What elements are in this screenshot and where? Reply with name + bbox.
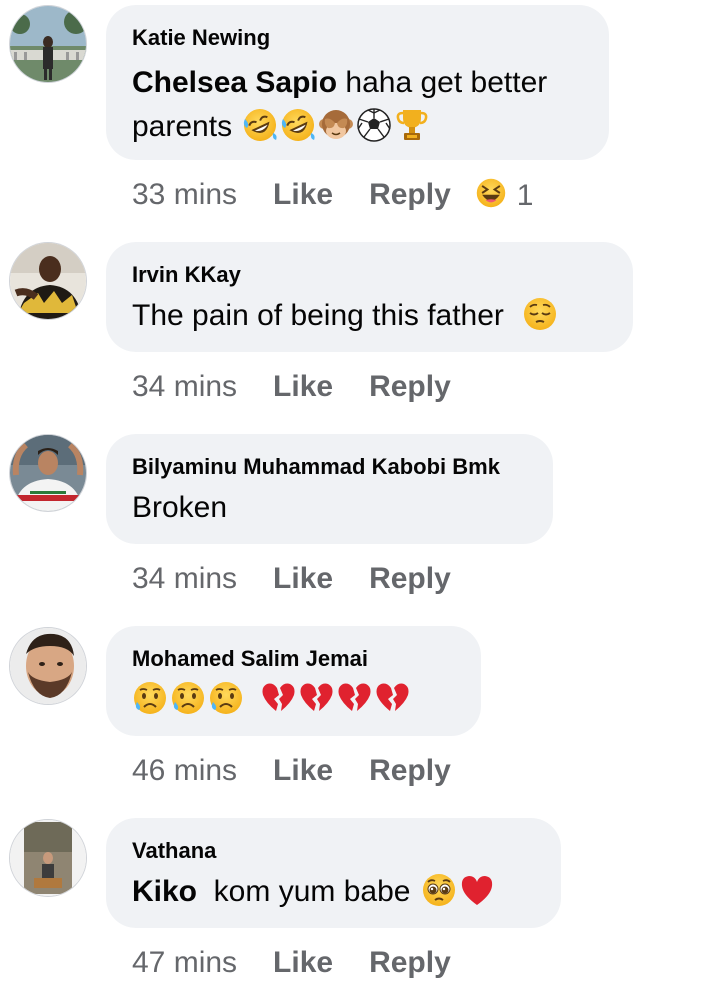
comment-author[interactable]: Irvin KKay <box>132 262 607 288</box>
like-button[interactable]: Like <box>273 754 333 787</box>
comment-author[interactable]: Vathana <box>132 838 535 864</box>
soccer-ball-emoji <box>356 107 392 143</box>
reaction-count: 1 <box>516 179 534 213</box>
comment-timestamp[interactable]: 33 mins <box>132 178 237 211</box>
comment-text-line1: haha get better <box>337 66 548 99</box>
sad-relieved-face-emoji <box>208 680 244 716</box>
comment-author[interactable]: Bilyaminu Muhammad Kabobi Bmk <box>132 454 527 480</box>
reply-button[interactable]: Reply <box>369 754 451 787</box>
mention-link[interactable]: Kiko <box>132 875 197 908</box>
trophy-emoji <box>394 107 430 143</box>
like-button[interactable]: Like <box>273 562 333 595</box>
comment-timestamp[interactable]: 34 mins <box>132 370 237 403</box>
broken-heart-emoji <box>336 680 372 716</box>
pleading-face-emoji <box>421 872 457 908</box>
reply-button[interactable]: Reply <box>369 946 451 979</box>
like-button[interactable]: Like <box>273 370 333 403</box>
comment-bubble: Irvin KKay The pain of being this father <box>106 242 633 352</box>
comment-text: Broken <box>132 486 527 530</box>
see-no-evil-monkey-emoji <box>318 107 354 143</box>
avatar[interactable] <box>10 435 86 511</box>
comment-bubble: Katie Newing Chelsea Sapio haha get bett… <box>106 5 609 160</box>
comment-actions: 46 mins Like Reply <box>132 753 451 789</box>
comment-actions: 33 mins Like Reply 1 <box>132 177 533 214</box>
reply-button[interactable]: Reply <box>369 178 451 211</box>
red-heart-emoji <box>459 872 495 908</box>
pensive-face-emoji <box>522 296 558 332</box>
rofl-emoji <box>280 107 316 143</box>
comment-text: Chelsea Sapio haha get better parents <box>132 61 583 149</box>
comment-text-body: Broken <box>132 491 228 524</box>
sad-relieved-face-emoji <box>170 680 206 716</box>
reply-button[interactable]: Reply <box>369 370 451 403</box>
comment-bubble: Bilyaminu Muhammad Kabobi Bmk Broken <box>106 434 553 544</box>
sad-relieved-face-emoji <box>132 680 168 716</box>
comment-author[interactable]: Katie Newing <box>132 25 583 51</box>
comment-text: Kiko kom yum babe <box>132 870 535 914</box>
avatar[interactable] <box>10 243 86 319</box>
like-button[interactable]: Like <box>273 178 333 211</box>
comment-timestamp[interactable]: 47 mins <box>132 946 237 979</box>
comment-bubble: Mohamed Salim Jemai <box>106 626 481 736</box>
reply-button[interactable]: Reply <box>369 562 451 595</box>
avatar[interactable] <box>10 628 86 704</box>
comment-text-body: The pain of being this father <box>132 299 504 332</box>
comment-actions: 34 mins Like Reply <box>132 561 451 597</box>
rofl-emoji <box>242 107 278 143</box>
comment-text <box>132 678 455 722</box>
comment-bubble: Vathana Kiko kom yum babe <box>106 818 561 928</box>
comment-text-line2: parents <box>132 110 233 143</box>
comment-timestamp[interactable]: 46 mins <box>132 754 237 787</box>
broken-heart-emoji <box>374 680 410 716</box>
avatar[interactable] <box>10 820 86 896</box>
broken-heart-emoji <box>298 680 334 716</box>
like-button[interactable]: Like <box>273 946 333 979</box>
broken-heart-emoji <box>260 680 296 716</box>
comment-actions: 34 mins Like Reply <box>132 369 451 405</box>
comment-timestamp[interactable]: 34 mins <box>132 562 237 595</box>
reaction-summary[interactable]: 1 <box>473 177 534 214</box>
comment-text: The pain of being this father <box>132 294 607 338</box>
comment-actions: 47 mins Like Reply <box>132 945 451 981</box>
mention-link[interactable]: Chelsea Sapio <box>132 66 337 99</box>
comment-author[interactable]: Mohamed Salim Jemai <box>132 646 455 672</box>
laughing-emoji <box>475 177 507 209</box>
comment-text-body: kom yum babe <box>197 875 411 908</box>
avatar[interactable] <box>10 6 86 82</box>
